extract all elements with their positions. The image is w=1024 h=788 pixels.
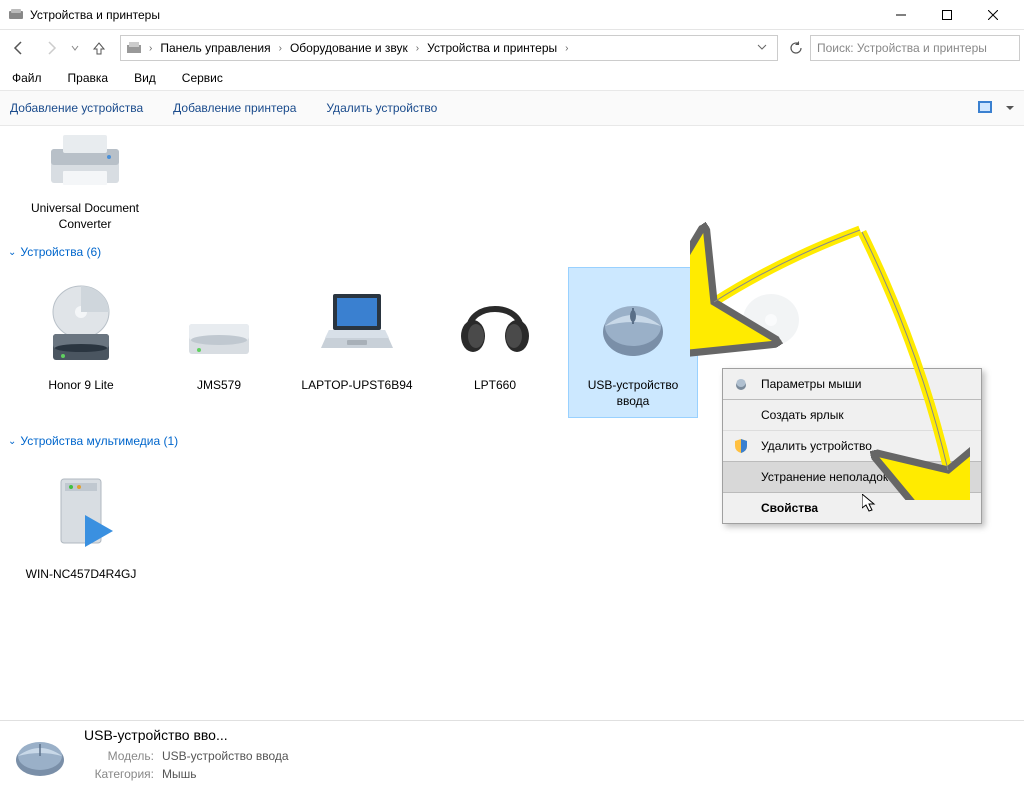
device-item-laptop[interactable]: LAPTOP-UPST6B94 bbox=[292, 267, 422, 418]
remove-device-button[interactable]: Удалить устройство bbox=[326, 101, 437, 115]
device-label: Honor 9 Lite bbox=[19, 378, 143, 394]
breadcrumb-segment[interactable]: Панель управления bbox=[156, 41, 274, 55]
details-text: USB-устройство вво... Модель: USB-устрой… bbox=[84, 727, 1016, 783]
device-label: LPT660 bbox=[433, 378, 557, 394]
mouse-icon bbox=[585, 276, 681, 372]
context-menu-mouse-params[interactable]: Параметры мыши bbox=[723, 369, 981, 400]
details-category-value: Мышь bbox=[162, 765, 197, 783]
chevron-icon: › bbox=[563, 43, 570, 54]
details-title: USB-устройство вво... bbox=[84, 727, 1016, 743]
device-item-headphones[interactable]: LPT660 bbox=[430, 267, 560, 418]
up-button[interactable] bbox=[84, 34, 114, 62]
context-menu-properties[interactable]: Свойства bbox=[723, 493, 981, 523]
location-dropdown-icon[interactable] bbox=[757, 41, 767, 55]
view-dropdown-icon[interactable] bbox=[1006, 101, 1014, 115]
headphones-icon bbox=[447, 276, 543, 372]
device-label: USB-устройство ввода bbox=[571, 378, 695, 409]
title-bar: Устройства и принтеры bbox=[0, 0, 1024, 30]
chevron-icon: › bbox=[414, 43, 421, 54]
context-menu: Параметры мыши Создать ярлык Удалить уст… bbox=[722, 368, 982, 524]
device-item-media-server[interactable]: WIN-NC457D4R4GJ bbox=[16, 456, 146, 592]
add-device-button[interactable]: Добавление устройства bbox=[10, 101, 143, 115]
group-header-devices[interactable]: ⌄ Устройства (6) bbox=[8, 241, 1016, 263]
hdd-icon bbox=[171, 276, 267, 372]
back-button[interactable] bbox=[4, 34, 34, 62]
context-menu-create-shortcut[interactable]: Создать ярлык bbox=[723, 400, 981, 431]
device-item-phone[interactable]: Honor 9 Lite bbox=[16, 267, 146, 418]
details-category-label: Категория: bbox=[84, 765, 154, 783]
media-server-icon bbox=[33, 465, 129, 561]
forward-button[interactable] bbox=[36, 34, 66, 62]
maximize-button[interactable] bbox=[924, 0, 970, 30]
view-options-icon[interactable] bbox=[978, 99, 1000, 118]
shield-icon bbox=[733, 438, 749, 454]
device-item-drive[interactable]: JMS579 bbox=[154, 267, 284, 418]
printer-icon bbox=[37, 135, 133, 195]
disc-icon bbox=[723, 276, 819, 372]
context-menu-troubleshoot[interactable]: Устранение неполадок bbox=[723, 462, 981, 493]
breadcrumb-segment[interactable]: Оборудование и звук bbox=[286, 41, 412, 55]
menu-bar: Файл Правка Вид Сервис bbox=[0, 66, 1024, 90]
laptop-icon bbox=[309, 276, 405, 372]
details-model-label: Модель: bbox=[84, 747, 154, 765]
breadcrumb-icon bbox=[125, 39, 143, 57]
mouse-icon bbox=[733, 376, 749, 392]
chevron-icon: › bbox=[277, 43, 284, 54]
chevron-down-icon: ⌄ bbox=[8, 436, 16, 447]
details-pane: USB-устройство вво... Модель: USB-устрой… bbox=[0, 720, 1024, 788]
disc-drive-icon bbox=[33, 276, 129, 372]
close-button[interactable] bbox=[970, 0, 1016, 30]
refresh-button[interactable] bbox=[784, 41, 808, 55]
window-title: Устройства и принтеры bbox=[30, 8, 160, 22]
search-input[interactable]: Поиск: Устройства и принтеры bbox=[810, 35, 1020, 61]
device-label: WIN-NC457D4R4GJ bbox=[19, 567, 143, 583]
menu-view[interactable]: Вид bbox=[130, 69, 160, 87]
menu-edit[interactable]: Правка bbox=[64, 69, 113, 87]
device-label: LAPTOP-UPST6B94 bbox=[295, 378, 419, 394]
chevron-icon: › bbox=[147, 43, 154, 54]
breadcrumb[interactable]: › Панель управления › Оборудование и зву… bbox=[120, 35, 778, 61]
device-label: Universal Document Converter bbox=[23, 201, 147, 232]
app-icon bbox=[8, 7, 24, 23]
details-mouse-icon bbox=[8, 727, 72, 781]
chevron-down-icon: ⌄ bbox=[8, 247, 16, 258]
breadcrumb-segment[interactable]: Устройства и принтеры bbox=[423, 41, 561, 55]
add-printer-button[interactable]: Добавление принтера bbox=[173, 101, 296, 115]
device-label: JMS579 bbox=[157, 378, 281, 394]
device-item-usb-mouse[interactable]: USB-устройство ввода bbox=[568, 267, 698, 418]
details-model-value: USB-устройство ввода bbox=[162, 747, 289, 765]
history-dropdown[interactable] bbox=[68, 44, 82, 52]
search-placeholder: Поиск: Устройства и принтеры bbox=[817, 41, 987, 55]
device-item-printer[interactable]: Universal Document Converter bbox=[8, 126, 1016, 241]
menu-file[interactable]: Файл bbox=[8, 69, 46, 87]
address-bar: › Панель управления › Оборудование и зву… bbox=[0, 30, 1024, 66]
toolbar: Добавление устройства Добавление принтер… bbox=[0, 90, 1024, 126]
context-menu-remove-device[interactable]: Удалить устройство bbox=[723, 431, 981, 462]
minimize-button[interactable] bbox=[878, 0, 924, 30]
menu-tools[interactable]: Сервис bbox=[178, 69, 227, 87]
